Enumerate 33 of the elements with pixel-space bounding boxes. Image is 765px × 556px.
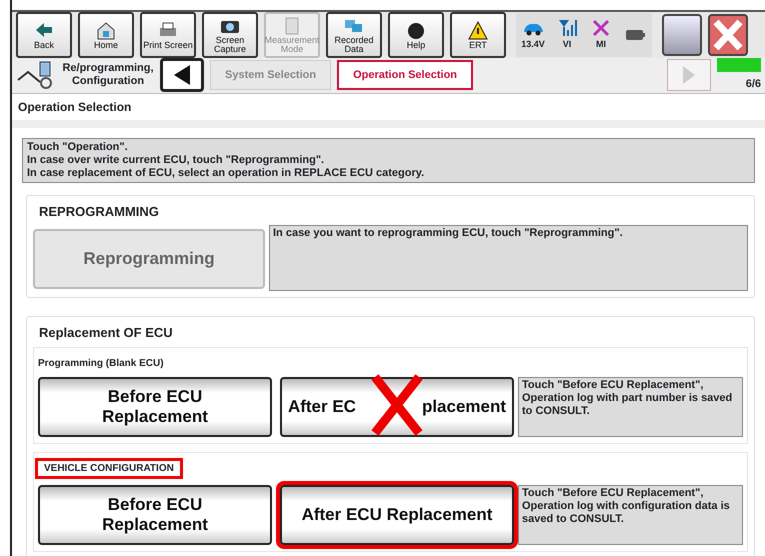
toolbar-button[interactable]: Recorded Data xyxy=(326,12,382,58)
breadcrumb-step[interactable]: Operation Selection xyxy=(337,60,474,90)
toolbar-button[interactable]: Home xyxy=(78,12,134,58)
toolbar-button[interactable]: Back xyxy=(16,12,72,58)
toolbar-button[interactable]: Print Screen xyxy=(140,12,196,58)
operation-button[interactable]: Before ECU Replacement xyxy=(38,484,272,544)
house-icon xyxy=(96,20,116,40)
close-button[interactable] xyxy=(708,14,748,56)
instruction-text: In case over write current ECU, touch "Reprogramming". xyxy=(27,154,326,166)
minimize-button[interactable] xyxy=(662,14,702,56)
toolbar-button[interactable]: Screen Capture xyxy=(202,12,258,58)
instruction-text: Touch "Operation". xyxy=(27,140,129,154)
note-box: Touch "Before ECU Replacement", Operation log with part number is saved to CONSULT. xyxy=(518,376,743,436)
note-box: Touch "Before ECU Replacement", Operation log with configuration data is saved to CONSULT. xyxy=(518,484,743,544)
page-title: Operation Selection xyxy=(12,94,765,128)
warning-icon xyxy=(468,20,488,40)
instruction-text: In case replacement of ECU, select an operation in REPLACE ECU category. xyxy=(27,166,426,180)
cross-out-mark xyxy=(370,372,424,436)
back-step-button[interactable] xyxy=(160,58,204,92)
right-triangle-icon xyxy=(681,65,697,86)
note-box: In case you want to reprogramming ECU, touch "Reprogramming". xyxy=(269,225,748,291)
operation-button[interactable]: After EC placement xyxy=(280,376,514,436)
status-label: MI xyxy=(596,38,606,52)
group-legend: VEHICLE CONFIGURATION xyxy=(38,460,180,476)
toolbar-button[interactable]: Help xyxy=(388,12,444,58)
status-label: VI xyxy=(562,38,572,52)
section-title: Re/programming, Configuration xyxy=(62,62,154,88)
left-triangle-icon xyxy=(172,64,192,86)
status-label: 13.4V xyxy=(521,38,545,52)
operation-button[interactable]: Before ECU Replacement xyxy=(38,376,272,436)
progress-label: 6/6 xyxy=(746,77,761,92)
group-legend: Programming (Blank ECU) xyxy=(38,358,164,368)
toolbar-button[interactable]: ERT xyxy=(450,12,506,58)
